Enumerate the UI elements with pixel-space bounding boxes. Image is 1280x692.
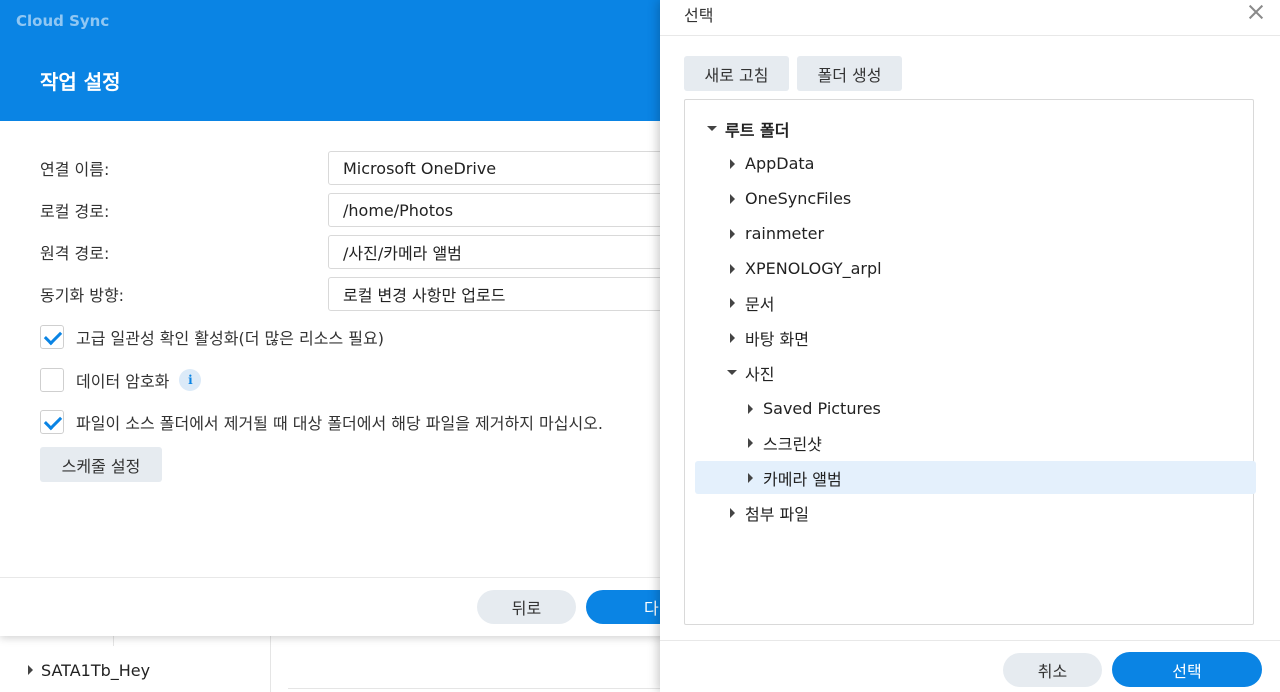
remote-path-input[interactable]: /사진/카메라 앨범 [328, 235, 670, 269]
chevron-right-icon[interactable] [729, 297, 735, 308]
tree-item-label: 사진 [745, 364, 775, 384]
tree-item-label: 첨부 파일 [745, 504, 809, 524]
chevron-right-icon[interactable] [729, 193, 735, 204]
select-folder-dialog: 선택 새로 고침 폴더 생성 루트 폴더 AppData OneSyncFile… [660, 0, 1280, 692]
remote-path-label: 원격 경로: [40, 244, 110, 263]
dont-remove-checkbox[interactable] [40, 410, 64, 434]
chevron-right-icon[interactable] [747, 403, 753, 414]
dont-remove-label: 파일이 소스 폴더에서 제거될 때 대상 폴더에서 해당 파일을 제거하지 마십… [76, 414, 603, 433]
advanced-consistency-option[interactable]: 고급 일관성 확인 활성화(더 많은 리소스 필요) [40, 325, 384, 349]
dialog-title: 선택 [684, 6, 714, 25]
info-icon[interactable]: i [179, 369, 202, 391]
local-path-label: 로컬 경로: [40, 202, 110, 221]
chevron-right-icon[interactable] [747, 472, 753, 483]
tree-item-screenshots[interactable]: 스크린샷 [743, 426, 822, 459]
tree-item-label: 카메라 앨범 [763, 469, 842, 489]
footer-divider [0, 577, 670, 578]
data-encryption-option[interactable]: 데이터 암호화 i [40, 368, 202, 392]
local-path-row: 로컬 경로: /home/Photos [40, 193, 670, 227]
chevron-right-icon[interactable] [729, 228, 735, 239]
data-encryption-checkbox[interactable] [40, 368, 64, 392]
local-path-value: /home/Photos [343, 200, 454, 220]
tree-item-photos[interactable]: 사진 [725, 356, 774, 389]
remote-path-value: /사진/카메라 앨범 [343, 244, 462, 263]
chevron-right-icon[interactable] [747, 437, 753, 448]
tree-item-attachments[interactable]: 첨부 파일 [725, 496, 809, 529]
tree-item-desktop[interactable]: 바탕 화면 [725, 321, 809, 354]
tree-item-appdata[interactable]: AppData [725, 147, 814, 180]
chevron-right-icon [28, 665, 33, 675]
chevron-right-icon[interactable] [729, 332, 735, 343]
local-path-input[interactable]: /home/Photos [328, 193, 670, 227]
create-folder-button[interactable]: 폴더 생성 [797, 56, 902, 91]
tree-item-label: XPENOLOGY_arpl [745, 259, 882, 278]
dialog-title: 작업 설정 [40, 70, 121, 94]
next-button[interactable]: 다 [586, 590, 670, 624]
tree-item-label: rainmeter [745, 224, 825, 243]
sync-direction-value: 로컬 변경 사항만 업로드 [343, 286, 506, 305]
chevron-right-icon[interactable] [729, 158, 735, 169]
tree-item-onesyncfiles[interactable]: OneSyncFiles [725, 182, 851, 215]
data-encryption-label: 데이터 암호화 [76, 372, 170, 391]
tree-item-xpenology[interactable]: XPENOLOGY_arpl [725, 252, 882, 285]
advanced-consistency-checkbox[interactable] [40, 325, 64, 349]
chevron-down-icon[interactable] [707, 126, 717, 131]
tree-item-label: Saved Pictures [763, 399, 881, 418]
tree-item-label: 바탕 화면 [745, 329, 809, 349]
background-sidebar-divider [270, 636, 271, 692]
connection-name-row: 연결 이름: Microsoft OneDrive [40, 151, 670, 185]
task-settings-dialog: Cloud Sync 작업 설정 연결 이름: Microsoft OneDri… [0, 0, 670, 636]
remote-path-row: 원격 경로: /사진/카메라 앨범 [40, 235, 670, 269]
tree-item-saved-pictures[interactable]: Saved Pictures [743, 392, 881, 425]
sync-direction-label: 동기화 방향: [40, 286, 125, 305]
background-tree-item[interactable]: SATA1Tb_Hey [28, 658, 150, 682]
chevron-right-icon[interactable] [729, 507, 735, 518]
background-tree-item-label: SATA1Tb_Hey [41, 660, 151, 680]
connection-name-input[interactable]: Microsoft OneDrive [328, 151, 670, 185]
footer-divider [660, 640, 1280, 641]
back-button[interactable]: 뒤로 [477, 590, 576, 624]
tree-item-root[interactable]: 루트 폴더 [705, 112, 789, 145]
background-divider-line [288, 688, 660, 689]
connection-name-value: Microsoft OneDrive [343, 158, 497, 178]
sync-direction-row: 동기화 방향: 로컬 변경 사항만 업로드 [40, 277, 670, 311]
dialog-header: Cloud Sync 작업 설정 [0, 0, 670, 121]
refresh-button[interactable]: 새로 고침 [684, 56, 789, 91]
header-divider [660, 35, 1280, 36]
app-name: Cloud Sync [16, 12, 110, 30]
chevron-right-icon[interactable] [729, 263, 735, 274]
advanced-consistency-label: 고급 일관성 확인 활성화(더 많은 리소스 필요) [76, 329, 384, 348]
close-icon[interactable] [1248, 4, 1264, 20]
tree-item-label: OneSyncFiles [745, 189, 852, 208]
tree-item-label: 스크린샷 [763, 434, 822, 454]
tree-item-camera-album[interactable]: 카메라 앨범 [695, 461, 1256, 494]
cancel-button[interactable]: 취소 [1003, 653, 1102, 687]
select-button[interactable]: 선택 [1112, 652, 1262, 687]
folder-tree: 루트 폴더 AppData OneSyncFiles rainmeter XPE… [684, 99, 1256, 625]
tree-item-rainmeter[interactable]: rainmeter [725, 217, 824, 250]
tree-item-label: 루트 폴더 [725, 120, 790, 140]
background-divider [113, 636, 114, 646]
connection-name-label: 연결 이름: [40, 160, 110, 179]
chevron-down-icon[interactable] [727, 370, 737, 375]
tree-item-documents[interactable]: 문서 [725, 286, 774, 319]
tree-item-label: AppData [745, 154, 815, 173]
dont-remove-option[interactable]: 파일이 소스 폴더에서 제거될 때 대상 폴더에서 해당 파일을 제거하지 마십… [40, 410, 603, 434]
schedule-settings-button[interactable]: 스케줄 설정 [40, 447, 162, 482]
sync-direction-select[interactable]: 로컬 변경 사항만 업로드 [328, 277, 670, 311]
tree-item-label: 문서 [745, 294, 775, 314]
